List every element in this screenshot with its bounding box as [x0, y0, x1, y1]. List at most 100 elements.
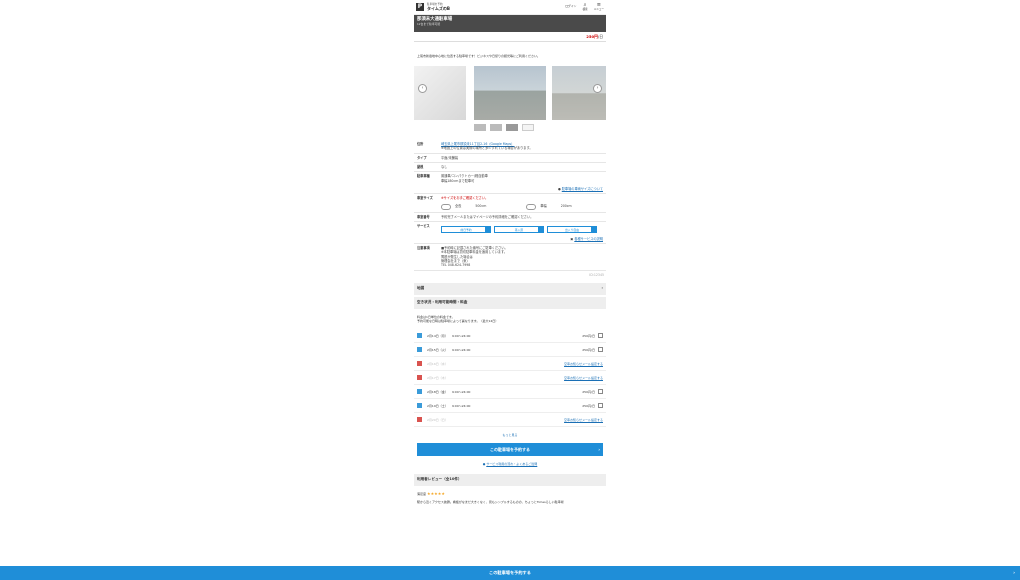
- unavailable-icon: [417, 417, 422, 423]
- availability-price: 250円/日: [582, 389, 595, 394]
- chevron-right-icon: ›: [1013, 570, 1015, 575]
- star-rating-icon: ★★★★★: [426, 491, 445, 497]
- photo-thumbnails: [414, 124, 606, 132]
- availability-row[interactable]: 2月14日（月） 9:00〜24:00 250円/日: [414, 329, 606, 344]
- sticky-book-button[interactable]: この駐車場を予約する ›: [0, 566, 1020, 580]
- chevron-right-icon: ›: [601, 286, 603, 291]
- availability-title: 空き状況・利用可能時間・料金: [417, 300, 468, 305]
- availability-row[interactable]: 2月15日（火） 9:00〜24:00 250円/日: [414, 343, 606, 358]
- car-width-icon: [526, 203, 537, 210]
- availability-row: 2月16日（水） 空車お知らせメール設定する: [414, 357, 606, 372]
- availability-date: 2月18日（金）: [427, 389, 448, 394]
- thumbnail[interactable]: [474, 124, 486, 132]
- help-link-label: サービス利用の流れ・よくあるご質問: [486, 462, 538, 467]
- select-day-checkbox[interactable]: [598, 347, 603, 353]
- logo-text[interactable]: 駐車場を予約 タイムズのB: [427, 3, 450, 12]
- logo-big: タイムズのB: [427, 6, 450, 12]
- availability-date: 2月15日（火）: [427, 347, 448, 352]
- next-arrow-icon[interactable]: ›: [593, 84, 602, 94]
- info-key: 車室番号: [417, 214, 430, 219]
- availability-date: 2月14日（月）: [427, 333, 448, 338]
- price: 250円: [586, 34, 598, 39]
- availability-row[interactable]: 2月18日（金） 9:00〜24:00 250円/日: [414, 385, 606, 400]
- car-size-link[interactable]: 駐車場の車両サイズについて: [562, 187, 603, 191]
- availability-time: 9:00〜24:00: [452, 347, 471, 352]
- info-key: 屋根: [417, 164, 424, 169]
- info-key: 住所: [417, 142, 424, 147]
- photo-map[interactable]: [414, 66, 466, 121]
- size-len-label: 全長: [455, 204, 462, 209]
- available-icon: [417, 389, 422, 395]
- info-value: 車幅180cmまで駐車可: [441, 178, 475, 183]
- menu-button[interactable]: ≡ メニュー: [593, 2, 604, 12]
- info-row-car: 駐車車種 普通車/コンパクトカー/軽自動車 車幅180cmまで駐車可 ● 駐車場…: [414, 172, 606, 195]
- available-icon: [417, 403, 422, 409]
- availability-date: 2月16日（水）: [427, 361, 448, 366]
- availability-time: 9:00〜24:00: [452, 403, 471, 408]
- page-column: P 駐車場を予約 タイムズのB ログイン ⌕ 検索 ≡ メニュー 那須未大通駐車場 …: [414, 0, 606, 580]
- info-row-address: 住所 埼玉県上尾市那須未11丁目2-16（Google Maps） ※地図上の位置…: [414, 140, 606, 154]
- search-button[interactable]: ⌕ 検索: [582, 2, 588, 12]
- availability-date: 2月19日（土）: [427, 403, 448, 408]
- price-row: 250円/日: [414, 32, 606, 42]
- info-value: 平面/未舗装: [441, 155, 459, 160]
- parking-title-bar: 那須未大通駐車場 12台まで駐車可能: [414, 15, 606, 32]
- review-text: 駅から近くアクセス抜群。看板がなまだ大きくなく、見もシンプルするものの、ちょっと…: [417, 499, 564, 504]
- info-row-service: サービス 前日予約 再入庫 出入り自由 ▣ 各種サービスの説明: [414, 222, 606, 245]
- map-section-toggle[interactable]: 地図 ›: [414, 283, 606, 296]
- book-button[interactable]: この駐車場を予約する ›: [417, 443, 603, 457]
- menu-label: メニュー: [593, 7, 604, 11]
- availability-time: 9:00〜24:00: [452, 333, 471, 338]
- note-line: 予約可能な日時は駐車場によって異なります。（最大14日）: [417, 319, 499, 324]
- availability-price[interactable]: 空車お知らせメール設定する: [564, 418, 603, 422]
- info-row-type: タイプ 平面/未舗装: [414, 154, 606, 163]
- info-row-roof: 屋根 なし: [414, 163, 606, 173]
- car-length-icon: [441, 203, 451, 210]
- info-value: 予約完了メールまたはマイページの予約詳細をご確認ください。: [441, 214, 534, 219]
- prev-arrow-icon[interactable]: ‹: [418, 84, 427, 94]
- logo-icon[interactable]: P: [416, 3, 424, 11]
- sticky-book-label: この駐車場を予約する: [489, 570, 531, 575]
- info-row-num: 車室番号 予約完了メールまたはマイページの予約詳細をご確認ください。: [414, 213, 606, 222]
- select-day-checkbox[interactable]: [598, 333, 603, 339]
- unavailable-icon: [417, 361, 422, 367]
- reviews-header: 利用者レビュー（全10件）: [414, 474, 606, 487]
- search-label: 検索: [582, 7, 588, 11]
- question-icon: ●: [482, 462, 486, 467]
- availability-row[interactable]: 2月19日（土） 9:00〜24:00 250円/日: [414, 399, 606, 414]
- unavailable-icon: [417, 375, 422, 381]
- available-icon: [417, 333, 422, 339]
- login-link[interactable]: ログイン: [565, 4, 576, 9]
- select-day-checkbox[interactable]: [598, 389, 603, 395]
- availability-list: 2月14日（月） 9:00〜24:00 250円/日 2月15日（火） 9:00〜24:…: [414, 329, 606, 428]
- service-tag[interactable]: 再入庫: [494, 225, 544, 233]
- thumbnail[interactable]: [522, 124, 534, 132]
- service-tag[interactable]: 出入り自由: [547, 225, 597, 233]
- photo-main[interactable]: [474, 66, 546, 121]
- service-link[interactable]: 各種サービスの説明: [574, 237, 603, 241]
- availability-time: 9:00〜24:00: [452, 389, 471, 394]
- info-key: タイプ: [417, 155, 427, 160]
- availability-price[interactable]: 空車お知らせメール設定する: [564, 376, 603, 380]
- availability-row: 2月20日（日） 空車お知らせメール設定する: [414, 413, 606, 428]
- availability-price[interactable]: 空車お知らせメール設定する: [564, 362, 603, 366]
- thumbnail[interactable]: [490, 124, 502, 132]
- size-wid: 200cm: [560, 204, 572, 209]
- info-key: 駐車車種: [417, 174, 430, 179]
- address-note: ※地図上の位置は実際の場所と多少ずれている場合があります。: [441, 146, 533, 151]
- help-link[interactable]: ● サービス利用の流れ・よくあるご質問: [414, 462, 606, 466]
- availability-note: 料金は1日単位の料金です。 予約可能な日時は駐車場によって異なります。（最大14…: [414, 309, 606, 329]
- availability-date: 2月17日（木）: [427, 375, 448, 380]
- availability-header: 空き状況・利用可能時間・料金: [414, 297, 606, 310]
- info-key: 車室サイズ: [417, 196, 433, 201]
- reviews-title: 利用者レビュー（全10件）: [417, 477, 462, 482]
- size-note: ※サイズをお手ご確認ください。: [441, 196, 489, 201]
- show-more-link[interactable]: もっと見る: [414, 433, 606, 437]
- review-item: 満足度 ★★★★★ 駅から近くアクセス抜群。看板がなまだ大きくなく、見もシンプル…: [414, 486, 606, 508]
- service-tag[interactable]: 前日予約: [441, 225, 491, 233]
- book-button-label: この駐車場を予約する: [490, 447, 530, 453]
- select-day-checkbox[interactable]: [598, 403, 603, 409]
- thumbnail[interactable]: [506, 124, 518, 132]
- photo-next[interactable]: [552, 66, 606, 121]
- photo-gallery[interactable]: ‹ ›: [414, 66, 606, 122]
